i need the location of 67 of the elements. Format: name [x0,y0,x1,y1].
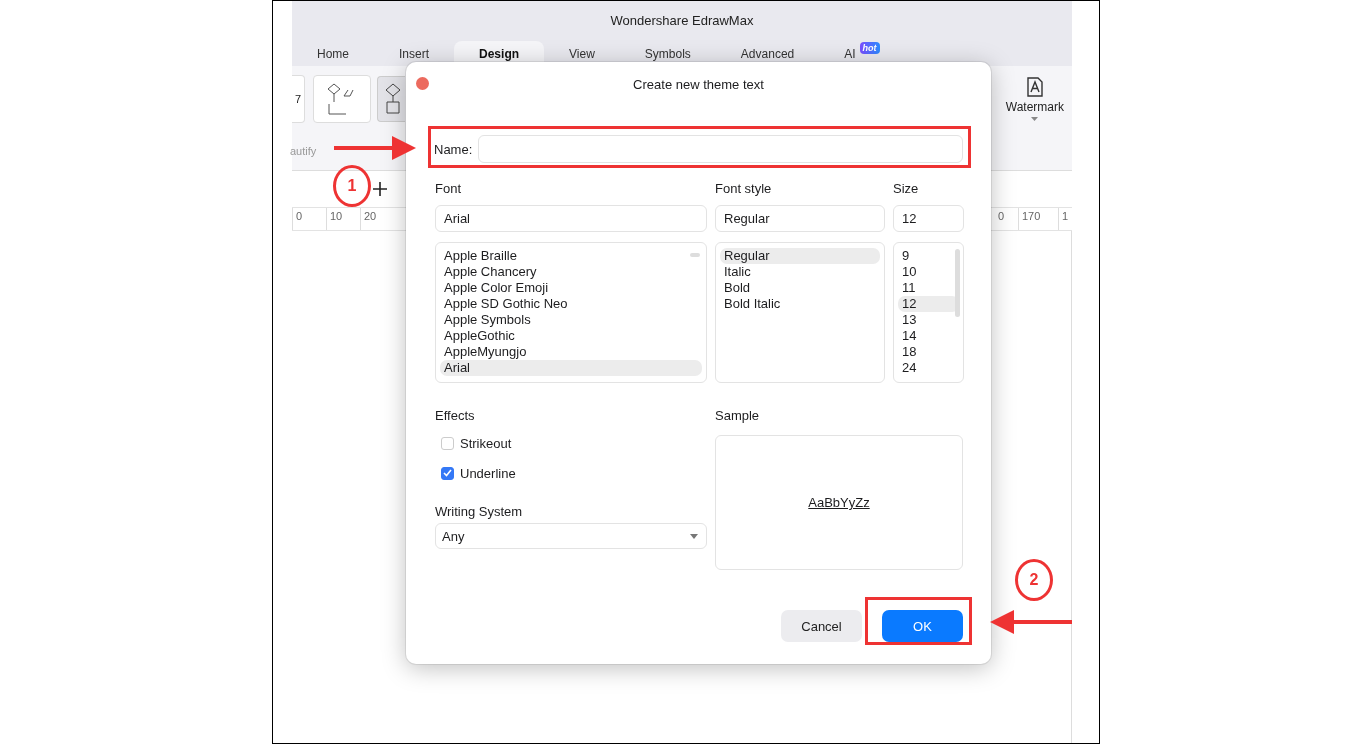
checkbox-label[interactable]: Underline [460,465,516,481]
sample-label: Sample [715,406,761,425]
name-field[interactable] [478,135,963,163]
ruler-number: 170 [1018,208,1058,230]
font-option[interactable]: Arial [440,360,702,376]
ruler-number: 0 [997,209,1006,224]
size-option[interactable]: 13 [898,312,959,328]
font-field[interactable]: Arial [435,205,707,232]
scrollbar[interactable] [690,253,700,257]
font-style-field[interactable]: Regular [715,205,885,232]
ok-button[interactable]: OK [882,610,963,642]
size-option[interactable]: 10 [898,264,959,280]
plus-icon[interactable] [373,182,387,196]
checkbox[interactable] [441,436,454,450]
group-label: autify [290,145,317,157]
ruler-number: 1 [1058,208,1072,230]
ribbon-tab[interactable]: View [544,41,620,66]
writing-system-label: Writing System [435,502,524,521]
caret-icon[interactable] [1031,117,1039,121]
step-marker: 1 [333,165,371,207]
ribbon-tab[interactable]: Symbols [619,41,716,66]
window-title: Wondershare EdrawMax [609,12,755,30]
ribbon-tab[interactable]: Insert [374,41,455,66]
size-option[interactable]: 14 [898,328,959,344]
ruler-number: 20 [360,208,394,230]
ribbon-tab[interactable]: Advanced [715,41,820,66]
document-icon [1025,77,1044,97]
font-style-option[interactable]: Bold Italic [720,296,880,312]
size-option[interactable]: 18 [898,344,959,360]
sample-text: AaBbYyZz [808,495,870,510]
step-marker: 2 [1015,559,1053,601]
theme-card[interactable] [377,76,405,122]
font-option[interactable]: Apple SD Gothic Neo [440,296,702,312]
watermark-label[interactable]: Watermark [1005,100,1064,114]
size-option[interactable]: 24 [898,360,959,376]
font-style-label: Font style [715,179,773,198]
writing-system-dropdown[interactable]: Any [435,523,707,549]
size-label: Size [893,179,920,198]
close-button[interactable] [416,77,429,90]
scrollbar[interactable] [955,249,960,317]
size-option[interactable]: 11 [898,280,959,296]
caret-icon[interactable] [690,533,698,539]
font-label: Font [435,179,462,198]
font-option[interactable]: AppleMyungjo [440,344,702,360]
font-option[interactable]: Apple Braille [440,248,702,264]
theme-card[interactable] [313,75,371,123]
effects-label: Effects [435,406,476,425]
ruler-number: 10 [326,208,360,230]
dialog-title: Create new theme text [633,76,764,92]
size-field[interactable]: 12 [893,205,964,232]
checkbox-label[interactable]: Strikeout [460,435,512,451]
theme-card[interactable]: 7 [292,75,305,123]
font-style-option[interactable]: Regular [720,248,880,264]
name-label: Name: [434,141,473,157]
size-option[interactable]: 9 [898,248,959,264]
cancel-button[interactable]: Cancel [781,610,862,642]
flowchart-icon [384,83,402,115]
font-option[interactable]: AppleGothic [440,328,702,344]
ruler-number: 0 [292,208,326,230]
font-option[interactable]: Apple Color Emoji [440,280,702,296]
font-option[interactable]: Apple Chancery [440,264,702,280]
font-style-option[interactable]: Italic [720,264,880,280]
font-style-option[interactable]: Bold [720,280,880,296]
hot-badge: hot [859,42,880,54]
font-option[interactable]: Apple Symbols [440,312,702,328]
ribbon-tab[interactable]: Home [292,41,374,66]
checkbox[interactable] [441,466,454,480]
